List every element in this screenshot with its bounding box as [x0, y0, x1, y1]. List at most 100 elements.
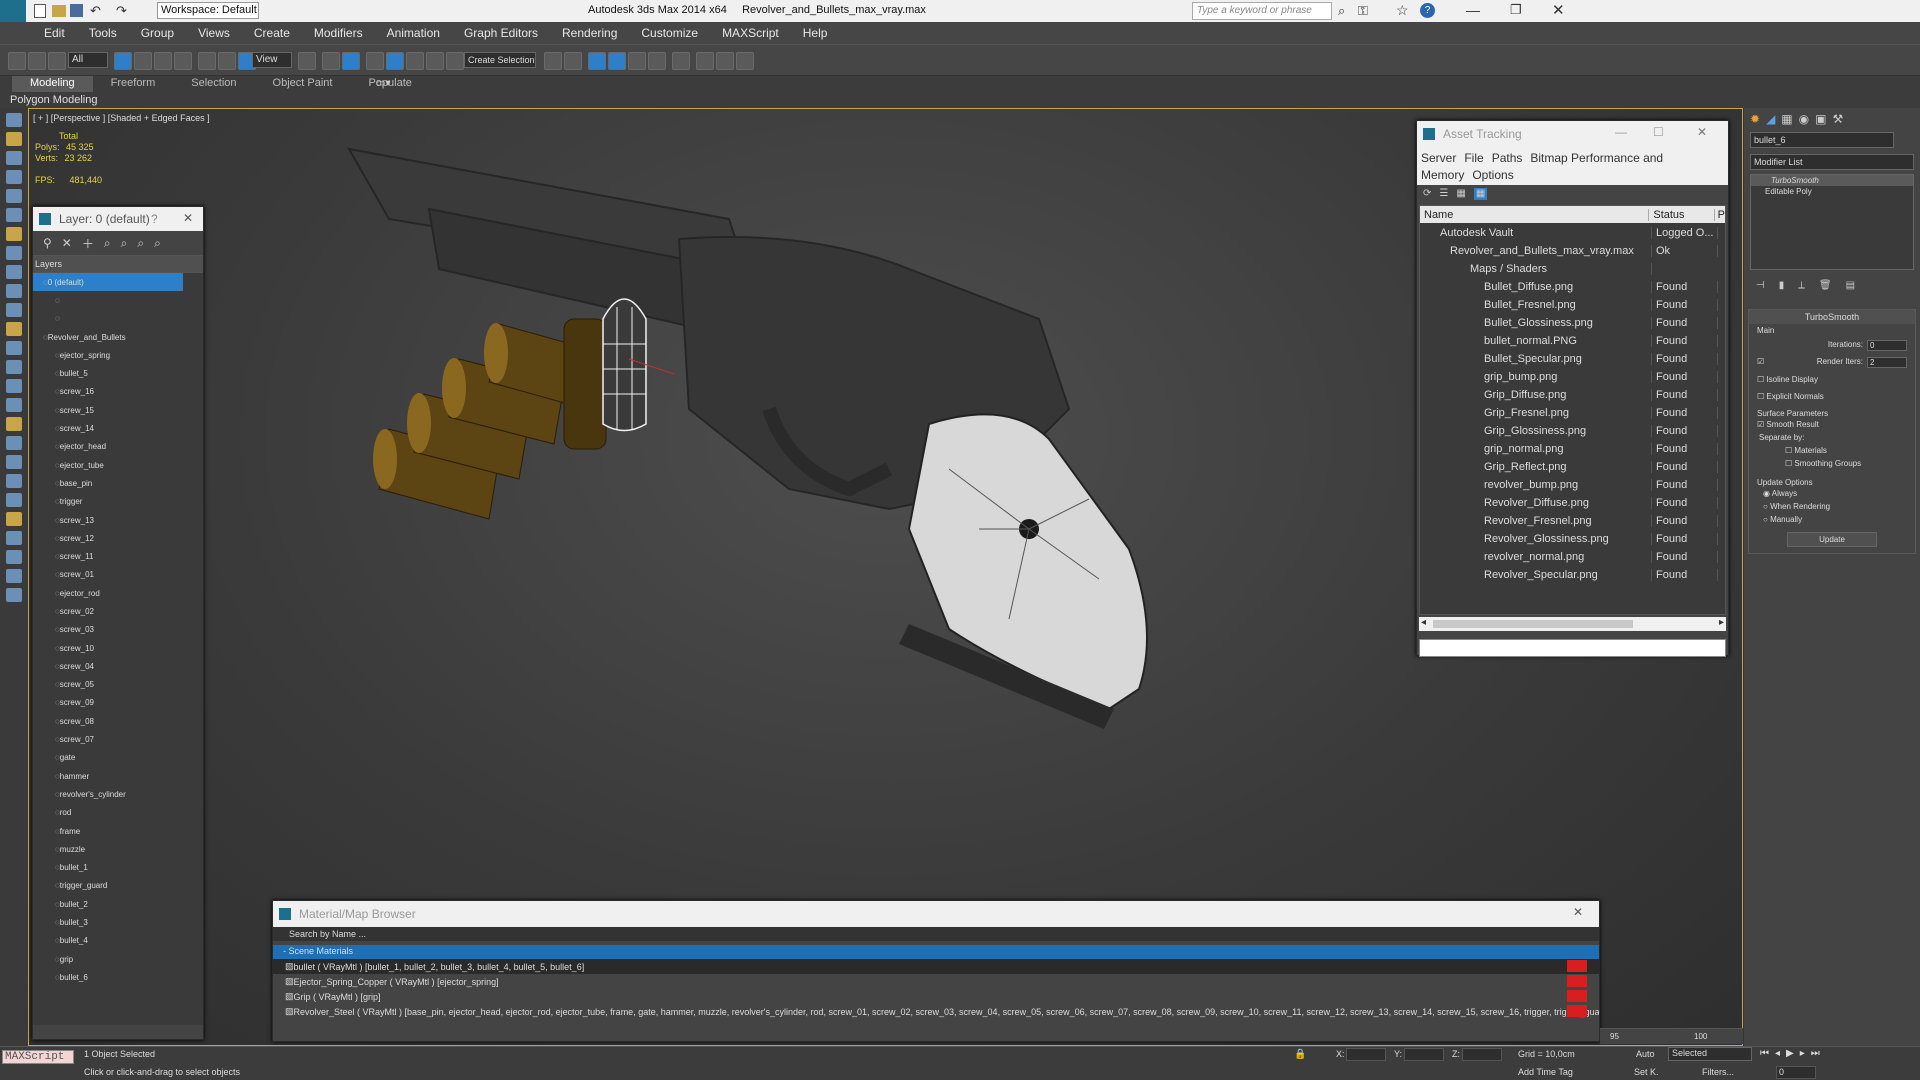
asset-col-name[interactable]: Name [1420, 208, 1650, 221]
layer-help-icon[interactable]: ? [151, 212, 158, 226]
rendered-frame-icon[interactable] [716, 52, 734, 70]
asset-row[interactable]: Revolver_Diffuse.png Found [1420, 494, 1725, 512]
window-crossing-icon[interactable] [174, 52, 192, 70]
side-tool-icon[interactable] [6, 265, 22, 279]
z-coord-field[interactable] [1462, 1048, 1502, 1061]
material-browser-close-button[interactable]: ✕ [1573, 905, 1583, 919]
layer-object-row[interactable]: ◌ grip [33, 950, 203, 968]
rect-selection-icon[interactable] [154, 52, 172, 70]
asset-row[interactable]: Bullet_Specular.png Found [1420, 350, 1725, 368]
align-icon[interactable] [564, 52, 582, 70]
menu-edit[interactable]: Edit [32, 26, 77, 40]
play-icon[interactable]: ▶ [1786, 1048, 1794, 1059]
side-tool-icon[interactable] [6, 474, 22, 488]
layer-window-titlebar[interactable]: Layer: 0 (default) ? ✕ [33, 207, 203, 231]
layer-object-row[interactable]: ◌ screw_16 [33, 383, 203, 401]
pivot-center-icon[interactable] [298, 52, 316, 70]
side-tool-icon[interactable] [6, 208, 22, 222]
lock-selection-icon[interactable]: 🔒 [1294, 1049, 1306, 1060]
material-browser-titlebar[interactable]: Material/Map Browser ✕ [273, 901, 1599, 927]
remove-modifier-icon[interactable]: 🗑 [1819, 280, 1832, 291]
asset-row[interactable]: Grip_Reflect.png Found [1420, 458, 1725, 476]
material-row[interactable]: ▧ bullet ( VRayMtl ) [bullet_1, bullet_2… [273, 959, 1599, 974]
side-tool-icon[interactable] [6, 455, 22, 469]
link-icon[interactable] [8, 52, 26, 70]
x-coord-field[interactable] [1346, 1048, 1386, 1061]
menu-graph-editors[interactable]: Graph Editors [452, 26, 550, 40]
manually-radio[interactable]: ○ Manually [1749, 513, 1915, 526]
key-mode-dropdown[interactable]: Selected [1668, 1047, 1752, 1061]
ribbon-toggle-icon[interactable] [628, 52, 646, 70]
layer-search-icon[interactable]: ⌕ [104, 236, 111, 251]
layer-object-row[interactable]: ◌ screw_04 [33, 657, 203, 675]
make-unique-icon[interactable]: ⟂ [1798, 280, 1805, 291]
layer-object-row[interactable]: ◌ ejector_head [33, 438, 203, 456]
material-search-field[interactable]: Search by Name ... [273, 927, 1599, 941]
asset-row[interactable]: grip_normal.png Found [1420, 440, 1725, 458]
spinner-snap-icon[interactable] [426, 52, 444, 70]
layer-object-row[interactable]: ◌ bullet_6 [33, 968, 203, 986]
asset-refresh-icon[interactable]: ⟳ [1423, 188, 1431, 200]
menu-create[interactable]: Create [242, 26, 302, 40]
y-coord-field[interactable] [1404, 1048, 1444, 1061]
scene-materials-header[interactable]: - Scene Materials [273, 945, 1599, 959]
next-frame-icon[interactable]: ▸ [1800, 1048, 1805, 1059]
select-manipulate-icon[interactable] [322, 52, 340, 70]
layer-object-row[interactable]: ◌ screw_14 [33, 419, 203, 437]
asset-row[interactable]: Bullet_Diffuse.png Found [1420, 278, 1725, 296]
asset-hscroll[interactable]: ◂ ▸ [1419, 617, 1726, 631]
layer-object-row[interactable]: ◌ base_pin [33, 474, 203, 492]
layer-object-row[interactable]: ◌ bullet_3 [33, 913, 203, 931]
menu-rendering[interactable]: Rendering [550, 26, 629, 40]
layer-hide-icon[interactable]: ⌕ [137, 236, 144, 251]
menu-animation[interactable]: Animation [375, 26, 452, 40]
asset-row[interactable]: Bullet_Fresnel.png Found [1420, 296, 1725, 314]
explicit-normals-row[interactable]: ☐ Explicit Normals [1749, 388, 1915, 405]
layer-object-row[interactable]: ◌ ejector_rod [33, 584, 203, 602]
ref-coord-dropdown[interactable]: View [252, 52, 292, 68]
ribbon-tab-object-paint[interactable]: Object Paint [255, 76, 351, 92]
search-input[interactable]: Type a keyword or phrase [1192, 2, 1332, 20]
layer-object-row[interactable]: ◌ hammer [33, 767, 203, 785]
asset-table-icon[interactable]: ▦ [1456, 188, 1465, 200]
ribbon-tab-selection[interactable]: Selection [173, 76, 254, 92]
asset-row[interactable]: bullet_normal.PNG Found [1420, 332, 1725, 350]
timeline-ruler[interactable]: 95 100 [1600, 1028, 1743, 1044]
side-tool-icon[interactable] [6, 379, 22, 393]
side-tool-icon[interactable] [6, 341, 22, 355]
percent-snap-icon[interactable] [406, 52, 424, 70]
binoculars-icon[interactable]: ⌕ [1338, 3, 1345, 19]
menu-views[interactable]: Views [186, 26, 242, 40]
bind-spacewarp-icon[interactable] [48, 52, 66, 70]
minimize-button[interactable]: — [1466, 2, 1480, 18]
utilities-tab-icon[interactable]: ⚒ [1832, 112, 1843, 126]
asset-scroll-right-icon[interactable]: ▸ [1719, 617, 1724, 628]
material-row[interactable]: ▧ Revolver_Steel ( VRayMtl ) [base_pin, … [273, 1004, 1599, 1019]
asset-scroll-thumb[interactable] [1433, 620, 1633, 628]
maxscript-listener[interactable]: MAXScript [2, 1050, 74, 1064]
iterations-spinner[interactable]: 0 [1867, 340, 1907, 351]
angle-snap-icon[interactable] [386, 52, 404, 70]
stack-turbosmooth[interactable]: TurboSmooth [1751, 175, 1913, 186]
side-tool-icon[interactable] [6, 569, 22, 583]
create-tab-icon[interactable]: ✹ [1750, 112, 1760, 126]
when-rendering-radio[interactable]: ○ When Rendering [1749, 500, 1915, 513]
workspace-dropdown[interactable]: Workspace: Default ▾ [157, 2, 259, 31]
asset-row[interactable]: Grip_Diffuse.png Found [1420, 386, 1725, 404]
layer-object-row[interactable]: ◌ bullet_1 [33, 859, 203, 877]
layer-object-row[interactable]: ◌ ejector_spring [33, 346, 203, 364]
goto-end-icon[interactable]: ⏭ [1811, 1048, 1820, 1059]
menu-customize[interactable]: Customize [629, 26, 710, 40]
asset-row[interactable]: Revolver_Glossiness.png Found [1420, 530, 1725, 548]
layer-object-row[interactable]: ◌ screw_08 [33, 712, 203, 730]
key-icon[interactable]: ⚿ [1358, 3, 1368, 19]
side-tool-icon[interactable] [6, 170, 22, 184]
set-key-button[interactable]: Set K. [1634, 1067, 1659, 1077]
menu-tools[interactable]: Tools [77, 26, 129, 40]
maximize-button[interactable]: ❐ [1510, 2, 1522, 18]
layer-object-row[interactable]: ◌ screw_01 [33, 566, 203, 584]
material-row[interactable]: ▧ Ejector_Spring_Copper ( VRayMtl ) [eje… [273, 974, 1599, 989]
asset-maximize-button[interactable]: ☐ [1653, 125, 1664, 139]
layer-object-row[interactable]: ◌ trigger_guard [33, 877, 203, 895]
select-object-icon[interactable] [114, 52, 132, 70]
